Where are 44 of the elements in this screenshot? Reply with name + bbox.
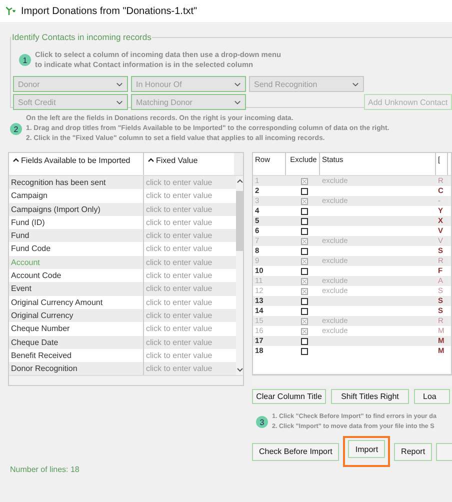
button[interactable]: Clear Column Title <box>252 389 326 404</box>
chevron-down-icon <box>116 82 123 86</box>
checkbox[interactable] <box>300 228 308 235</box>
checkbox[interactable] <box>300 188 308 195</box>
button[interactable]: Loa <box>414 389 450 404</box>
sprout-icon <box>6 7 16 15</box>
scroll-down-icon[interactable] <box>236 368 242 372</box>
checkbox[interactable] <box>300 238 308 245</box>
button[interactable]: Check Before Import <box>252 442 340 460</box>
checkbox[interactable] <box>300 268 308 275</box>
sort-up-icon <box>148 158 154 162</box>
column-header[interactable]: Fixed Value <box>144 153 234 175</box>
checkbox[interactable] <box>300 318 308 325</box>
checkbox[interactable] <box>300 338 308 345</box>
checkbox[interactable] <box>300 208 308 215</box>
button[interactable]: Shift Titles Right <box>331 389 409 404</box>
vertical-scrollbar[interactable] <box>236 176 243 376</box>
checkbox[interactable] <box>300 178 308 185</box>
window-title: Import Donations from "Donations-1.txt" <box>21 6 198 16</box>
checkbox[interactable] <box>300 298 308 305</box>
checkbox[interactable] <box>300 198 308 205</box>
checkbox[interactable] <box>300 348 308 355</box>
chevron-down-icon <box>116 100 123 104</box>
checkbox[interactable] <box>300 328 308 335</box>
button[interactable]: Import <box>348 440 386 458</box>
chevron-down-icon <box>234 82 241 86</box>
button[interactable]: Report <box>394 442 432 460</box>
horizontal-scrollbar[interactable] <box>9 375 243 386</box>
step-number: 2 <box>10 123 22 135</box>
line-count: Number of lines: 18 <box>10 465 80 474</box>
chevron-down-icon <box>234 100 241 104</box>
checkbox[interactable] <box>300 218 308 225</box>
checkbox[interactable] <box>300 258 308 265</box>
column-header[interactable]: Fields Available to be Imported <box>9 153 144 175</box>
sort-up-icon <box>13 158 19 162</box>
scroll-up-icon[interactable] <box>236 179 242 183</box>
step-number: 1 <box>19 54 31 66</box>
checkbox[interactable] <box>300 308 308 315</box>
group-title: Identify Contacts in incoming records <box>11 32 152 42</box>
step-number: 3 <box>256 416 268 428</box>
chevron-down-icon <box>352 82 359 86</box>
checkbox[interactable] <box>300 248 308 255</box>
checkbox[interactable] <box>300 288 308 295</box>
checkbox[interactable] <box>300 278 308 285</box>
